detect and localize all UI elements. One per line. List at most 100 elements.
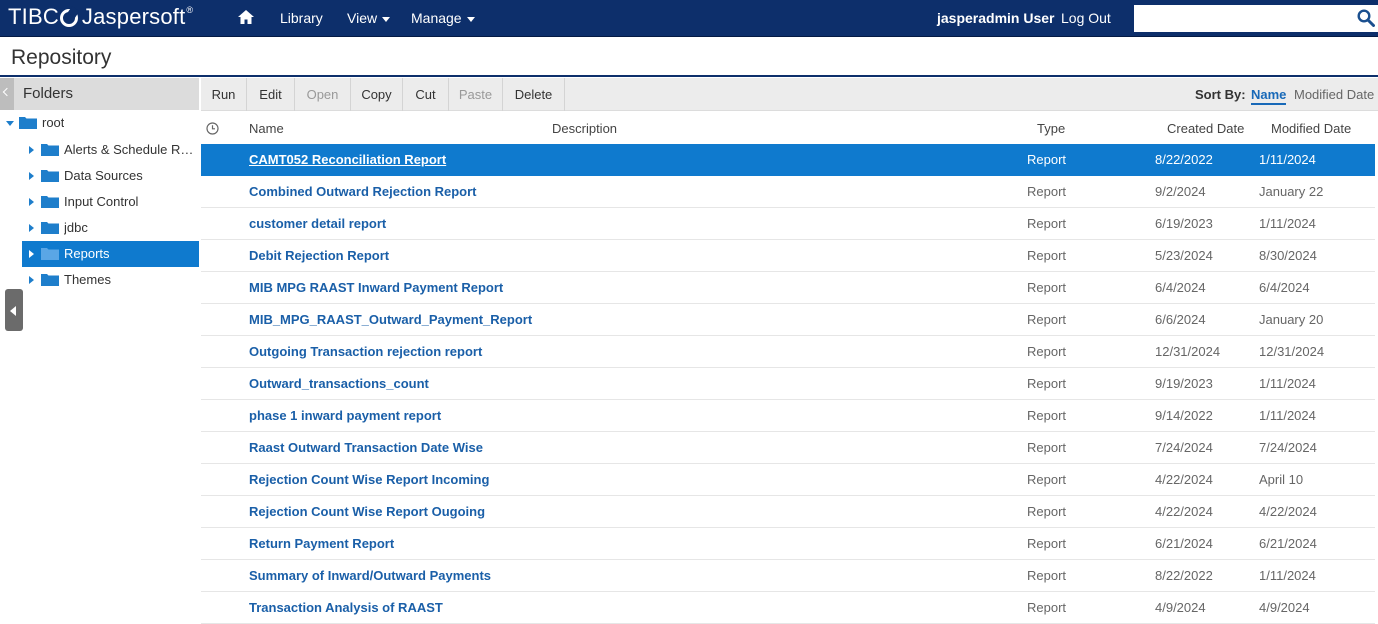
- resource-name-link[interactable]: Raast Outward Transaction Date Wise: [249, 440, 483, 455]
- table-row[interactable]: Raast Outward Transaction Date Wise Repor…: [201, 432, 1375, 464]
- resource-modified-date: 8/30/2024: [1259, 248, 1317, 263]
- logo-text-left: TIBC: [8, 4, 59, 29]
- folder-label: Alerts & Schedule Rep...: [64, 142, 196, 157]
- table-row[interactable]: Outgoing Transaction rejection report Rep…: [201, 336, 1375, 368]
- panel-resize-handle[interactable]: [5, 289, 23, 331]
- sort-by-modified-date[interactable]: Modified Date: [1294, 87, 1374, 102]
- resource-name-link[interactable]: Rejection Count Wise Report Ougoing: [249, 504, 485, 519]
- resource-modified-date: 1/11/2024: [1259, 152, 1316, 167]
- table-row[interactable]: Return Payment Report Report 6/21/2024 6/21…: [201, 528, 1375, 560]
- folder-jdbc[interactable]: jdbc: [0, 215, 199, 241]
- table-row[interactable]: Summary of Inward/Outward Payments Report…: [201, 560, 1375, 592]
- resource-created-date: 4/9/2024: [1155, 600, 1206, 615]
- expand-right-icon[interactable]: [29, 146, 34, 154]
- table-row[interactable]: Transaction Analysis of RAAST Report 4/9/2…: [201, 592, 1375, 624]
- table-row[interactable]: Rejection Count Wise Report Ougoing Repor…: [201, 496, 1375, 528]
- expand-right-icon[interactable]: [29, 198, 34, 206]
- resource-name-link[interactable]: customer detail report: [249, 216, 386, 231]
- resource-name-link[interactable]: Return Payment Report: [249, 536, 394, 551]
- home-icon[interactable]: [238, 10, 254, 24]
- logo-ring-icon: [59, 9, 78, 27]
- column-header-row: Name Description Type Created Date Modif…: [201, 112, 1378, 144]
- folder-label: Reports: [64, 246, 110, 261]
- resource-name-link[interactable]: Outgoing Transaction rejection report: [249, 344, 482, 359]
- column-modified-date[interactable]: Modified Date: [1271, 121, 1351, 136]
- table-row[interactable]: Rejection Count Wise Report Incoming Repo…: [201, 464, 1375, 496]
- edit-button[interactable]: Edit: [247, 78, 295, 111]
- table-row[interactable]: Debit Rejection Report Report 5/23/2024 8/3…: [201, 240, 1375, 272]
- resource-created-date: 4/22/2024: [1155, 472, 1213, 487]
- sort-by-name[interactable]: Name: [1251, 87, 1287, 105]
- tibco-jaspersoft-logo[interactable]: TIBC Jaspersoft ®: [8, 4, 193, 30]
- resource-name-link[interactable]: Rejection Count Wise Report Incoming: [249, 472, 489, 487]
- page-title: Repository: [11, 46, 112, 69]
- folder-icon: [41, 222, 59, 234]
- resource-modified-date: 4/22/2024: [1259, 504, 1317, 519]
- folder-data-sources[interactable]: Data Sources: [0, 163, 199, 189]
- resource-type: Report: [1027, 408, 1067, 423]
- column-type[interactable]: Type: [1037, 121, 1065, 136]
- resource-name-link[interactable]: CAMT052 Reconciliation Report: [249, 152, 446, 167]
- resource-created-date: 6/21/2024: [1155, 536, 1213, 551]
- resource-name-link[interactable]: Transaction Analysis of RAAST: [249, 600, 443, 615]
- collapse-panel-icon[interactable]: [0, 78, 14, 110]
- delete-button[interactable]: Delete: [503, 78, 565, 111]
- nav-view-label: View: [347, 10, 378, 26]
- logout-link[interactable]: Log Out: [1061, 10, 1111, 26]
- search-icon[interactable]: [1357, 9, 1375, 27]
- page-title-bar: Repository: [0, 38, 1378, 77]
- folder-input-control[interactable]: Input Control: [0, 189, 199, 215]
- resource-modified-date: 1/11/2024: [1259, 408, 1316, 423]
- resource-created-date: 7/24/2024: [1155, 440, 1213, 455]
- column-name[interactable]: Name: [249, 121, 284, 136]
- resource-modified-date: 1/11/2024: [1259, 376, 1316, 391]
- resource-modified-date: 4/9/2024: [1259, 600, 1310, 615]
- resource-name-link[interactable]: Outward_transactions_count: [249, 376, 429, 391]
- table-row[interactable]: Combined Outward Rejection Report Report 9…: [201, 176, 1375, 208]
- cut-button[interactable]: Cut: [403, 78, 449, 111]
- expand-right-icon[interactable]: [29, 276, 34, 284]
- column-created-date[interactable]: Created Date: [1167, 121, 1244, 136]
- table-row[interactable]: MIB MPG RAAST Inward Payment Report Repor…: [201, 272, 1375, 304]
- folder-alerts-schedule[interactable]: Alerts & Schedule Rep...: [0, 137, 199, 163]
- nav-library[interactable]: Library: [280, 10, 323, 26]
- resource-modified-date: 7/24/2024: [1259, 440, 1317, 455]
- table-row[interactable]: MIB_MPG_RAAST_Outward_Payment_Report Repo…: [201, 304, 1375, 336]
- nav-manage-menu[interactable]: Manage: [411, 10, 475, 26]
- resource-type: Report: [1027, 504, 1067, 519]
- expand-right-icon[interactable]: [29, 172, 34, 180]
- folder-icon: [41, 144, 59, 156]
- resource-name-link[interactable]: MIB MPG RAAST Inward Payment Report: [249, 280, 503, 295]
- resource-name-link[interactable]: Combined Outward Rejection Report: [249, 184, 477, 199]
- resource-name-link[interactable]: Summary of Inward/Outward Payments: [249, 568, 491, 583]
- resource-created-date: 6/4/2024: [1155, 280, 1206, 295]
- search-input[interactable]: [1134, 5, 1378, 32]
- folder-reports[interactable]: Reports: [0, 241, 199, 267]
- resource-modified-date: 1/11/2024: [1259, 216, 1316, 231]
- expand-right-icon[interactable]: [29, 250, 34, 258]
- nav-view-menu[interactable]: View: [347, 10, 391, 26]
- copy-button[interactable]: Copy: [351, 78, 403, 111]
- run-button[interactable]: Run: [201, 78, 247, 111]
- resource-created-date: 9/14/2022: [1155, 408, 1213, 423]
- table-row[interactable]: CAMT052 Reconciliation Report Report 8/22/…: [201, 144, 1375, 176]
- column-description[interactable]: Description: [552, 121, 617, 136]
- open-button[interactable]: Open: [295, 78, 351, 111]
- table-row[interactable]: customer detail report Report 6/19/2023 1/1…: [201, 208, 1375, 240]
- resource-name-link[interactable]: Debit Rejection Report: [249, 248, 389, 263]
- table-row[interactable]: phase 1 inward payment report Report 9/14/…: [201, 400, 1375, 432]
- folder-icon: [41, 248, 59, 260]
- resource-name-link[interactable]: MIB_MPG_RAAST_Outward_Payment_Report: [249, 312, 532, 327]
- expand-down-icon[interactable]: [6, 121, 14, 126]
- table-row[interactable]: Outward_transactions_count Report 9/19/202…: [201, 368, 1375, 400]
- folder-themes[interactable]: Themes: [0, 267, 199, 293]
- expand-right-icon[interactable]: [29, 224, 34, 232]
- paste-button[interactable]: Paste: [449, 78, 503, 111]
- folder-icon: [41, 170, 59, 182]
- folder-root[interactable]: root: [0, 110, 199, 136]
- current-user[interactable]: jasperadmin User: [937, 10, 1055, 26]
- folder-label: jdbc: [64, 220, 88, 235]
- resource-name-link[interactable]: phase 1 inward payment report: [249, 408, 441, 423]
- top-navigation-bar: TIBC Jaspersoft ® Library View Manage ja…: [0, 0, 1378, 37]
- resource-created-date: 12/31/2024: [1155, 344, 1221, 359]
